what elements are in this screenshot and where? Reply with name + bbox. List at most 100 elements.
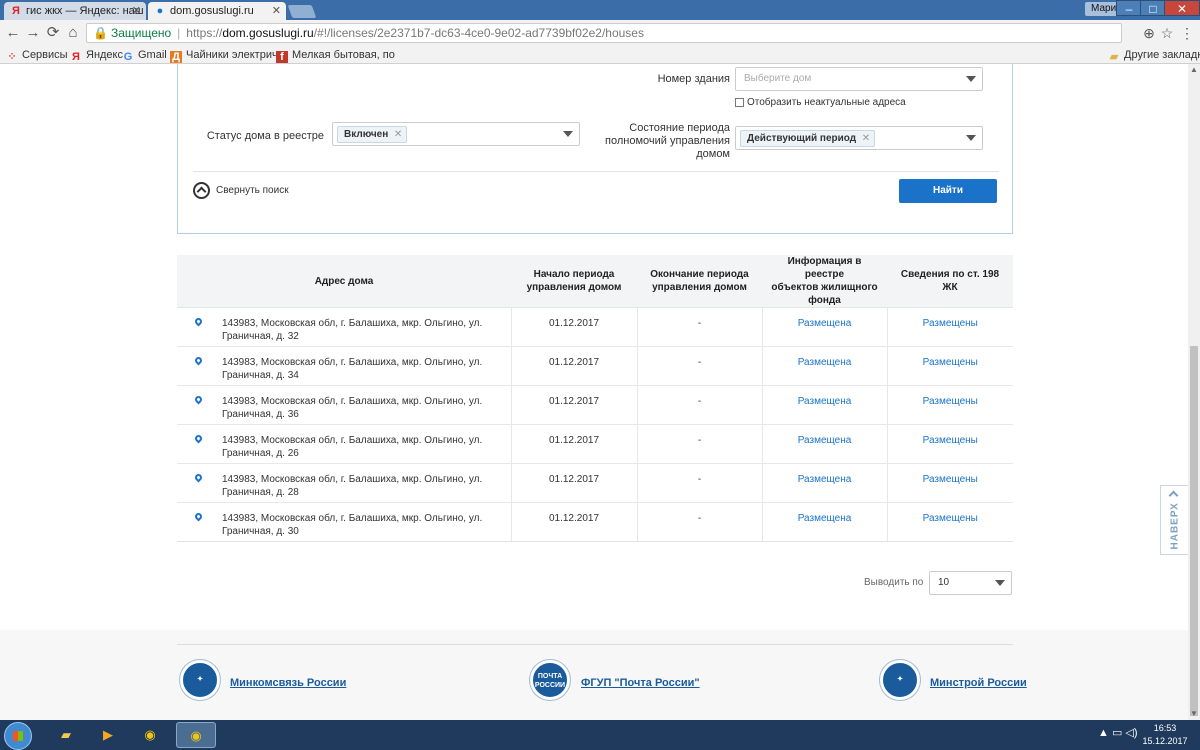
back-arrow-icon[interactable]: ← [4, 24, 22, 42]
collapse-search-link[interactable]: Свернуть поиск [216, 185, 289, 196]
art198-link[interactable]: Размещены [923, 318, 978, 329]
collapse-up-icon[interactable] [193, 182, 210, 199]
period-state-select[interactable]: Действующий период ✕ [735, 126, 983, 150]
menu-kebab-icon[interactable]: ⋮ [1178, 24, 1196, 42]
registry-info-cell: Размещена [762, 307, 888, 347]
tab-dom-gosuslugi[interactable]: ● dom.gosuslugi.ru ✕ [148, 2, 286, 20]
tray-icons[interactable]: ▲ ▭ ◁) [1098, 726, 1138, 739]
tab-close-icon[interactable]: ✕ [272, 2, 281, 20]
yandex-icon: Я [72, 51, 80, 63]
chevron-down-icon [995, 580, 1005, 586]
scroll-to-top-button[interactable]: НАВЕРХ [1160, 485, 1188, 555]
system-clock[interactable]: 16:53 15.12.2017 [1140, 722, 1190, 748]
footer-link-russian-post[interactable]: ФГУП "Почта России" [581, 677, 700, 689]
start-button[interactable] [4, 722, 32, 750]
find-button[interactable]: Найти [899, 179, 997, 203]
per-page-value: 10 [938, 577, 950, 588]
window-close-button[interactable]: ✕ [1164, 0, 1200, 16]
address-cell: 143983, Московская обл, г. Балашиха, мкр… [177, 463, 512, 503]
window-maximize-button[interactable]: □ [1140, 0, 1166, 16]
browser-toolbar: ← → ⟳ ⌂ 🔒 Защищено | https://dom.gosuslugi.… [0, 20, 1200, 46]
bookmark-kettles[interactable]: Д Чайники электриче [170, 48, 284, 63]
bookmark-services[interactable]: ⁘ Сервисы [6, 48, 67, 63]
registry-info-cell: Размещена [762, 385, 888, 425]
russia-coat-of-arms-icon: ✦ [180, 660, 220, 700]
chrome-icon[interactable]: ◉ [130, 722, 170, 748]
bookmark-other-folder[interactable]: ▰ Другие закладки [1108, 48, 1200, 63]
registry-info-link[interactable]: Размещена [798, 357, 852, 368]
address-cell: 143983, Московская обл, г. Балашиха, мкр… [177, 424, 512, 464]
file-explorer-icon[interactable]: ▰ [46, 722, 86, 748]
chevron-down-icon [966, 135, 976, 141]
reload-icon[interactable]: ⟳ [44, 24, 62, 42]
period-state-chip: Действующий период ✕ [740, 130, 876, 147]
apps-grid-icon: ⁘ [7, 51, 17, 63]
table-row[interactable]: 143983, Московская обл, г. Балашиха, мкр… [177, 502, 1013, 542]
registry-status-select[interactable]: Включен ✕ [332, 122, 580, 146]
map-pin-icon [193, 355, 204, 366]
address-text: 143983, Московская обл, г. Балашиха, мкр… [222, 435, 483, 459]
art198-link[interactable]: Размещены [923, 357, 978, 368]
chrome-active-icon[interactable]: ◉ [176, 722, 216, 748]
scrollbar-thumb[interactable] [1190, 346, 1198, 716]
per-page-select[interactable]: 10 [929, 571, 1012, 595]
registry-info-link[interactable]: Размещена [798, 318, 852, 329]
scroll-down-arrow-icon[interactable]: ▼ [1188, 708, 1200, 720]
bookmark-yandex[interactable]: Я Яндекс [70, 48, 123, 63]
table-row[interactable]: 143983, Московская обл, г. Балашиха, мкр… [177, 307, 1013, 347]
registry-info-link[interactable]: Размещена [798, 396, 852, 407]
russia-coat-of-arms-icon: ✦ [880, 660, 920, 700]
art198-link[interactable]: Размещены [923, 435, 978, 446]
registry-info-link[interactable]: Размещена [798, 435, 852, 446]
address-bar[interactable]: 🔒 Защищено | https://dom.gosuslugi.ru/#!/li… [86, 23, 1122, 43]
map-pin-icon [193, 316, 204, 327]
show-inactive-checkbox[interactable] [735, 98, 744, 107]
building-number-select[interactable]: Выберите дом [735, 67, 983, 91]
start-date-cell: 01.12.2017 [511, 346, 638, 386]
end-date-cell: - [637, 307, 763, 347]
art198-link[interactable]: Размещены [923, 474, 978, 485]
page-scrollbar[interactable]: ▲ ▼ [1188, 64, 1200, 720]
remove-chip-icon[interactable]: ✕ [394, 127, 402, 142]
column-registry-info: Информация в реестре объектов жилищного фо… [762, 255, 887, 308]
show-inactive-label: Отобразить неактуальные адреса [747, 97, 906, 108]
building-number-placeholder: Выберите дом [744, 73, 812, 84]
clock-time: 16:53 [1153, 723, 1177, 733]
footer-link-mincomsvyaz[interactable]: Минкомсвязь России [230, 677, 346, 689]
table-row[interactable]: 143983, Московская обл, г. Балашиха, мкр… [177, 424, 1013, 464]
registry-info-link[interactable]: Размещена [798, 513, 852, 524]
location-target-icon[interactable]: ⊕ [1140, 24, 1158, 42]
table-row[interactable]: 143983, Московская обл, г. Балашиха, мкр… [177, 346, 1013, 386]
footer-link-minstroy[interactable]: Минстрой России [930, 677, 1027, 689]
footer-divider [177, 644, 1013, 645]
column-start: Начало периода управления домом [511, 255, 637, 308]
remove-chip-icon[interactable]: ✕ [862, 131, 870, 146]
bookmark-gmail[interactable]: G Gmail [122, 48, 167, 63]
forward-arrow-icon[interactable]: → [24, 24, 42, 42]
browser-tab-strip: Я гис жкх — Яндекс: наш ✕ ● dom.gosuslug… [0, 0, 1200, 20]
media-player-icon[interactable]: ▶ [88, 722, 128, 748]
address-cell: 143983, Московская обл, г. Балашиха, мкр… [177, 385, 512, 425]
table-row[interactable]: 143983, Московская обл, г. Балашиха, мкр… [177, 385, 1013, 425]
column-end: Окончание периода управления домом [637, 255, 762, 308]
address-cell: 143983, Московская обл, г. Балашиха, мкр… [177, 307, 512, 347]
url-host: dom.gosuslugi.ru [222, 26, 314, 40]
bookmark-appliances[interactable]: f Мелкая бытовая, по [276, 48, 395, 63]
address-cell: 143983, Московская обл, г. Балашиха, мкр… [177, 502, 512, 542]
tab-title: dom.gosuslugi.ru [170, 5, 254, 17]
tab-close-icon[interactable]: ✕ [132, 2, 141, 20]
home-icon[interactable]: ⌂ [64, 24, 82, 42]
table-row[interactable]: 143983, Московская обл, г. Балашиха, мкр… [177, 463, 1013, 503]
folder-icon: ▰ [1109, 51, 1119, 63]
map-pin-icon [193, 433, 204, 444]
art198-link[interactable]: Размещены [923, 396, 978, 407]
end-date-cell: - [637, 424, 763, 464]
tab-yandex-search[interactable]: Я гис жкх — Яндекс: наш ✕ [4, 2, 146, 20]
scroll-up-arrow-icon[interactable]: ▲ [1188, 64, 1200, 76]
art198-link[interactable]: Размещены [923, 513, 978, 524]
tab-title: гис жкх — Яндекс: наш [26, 5, 144, 17]
bookmark-star-icon[interactable]: ☆ [1158, 24, 1176, 42]
registry-info-link[interactable]: Размещена [798, 474, 852, 485]
new-tab-button[interactable] [287, 5, 317, 18]
window-minimize-button[interactable]: – [1116, 0, 1142, 16]
